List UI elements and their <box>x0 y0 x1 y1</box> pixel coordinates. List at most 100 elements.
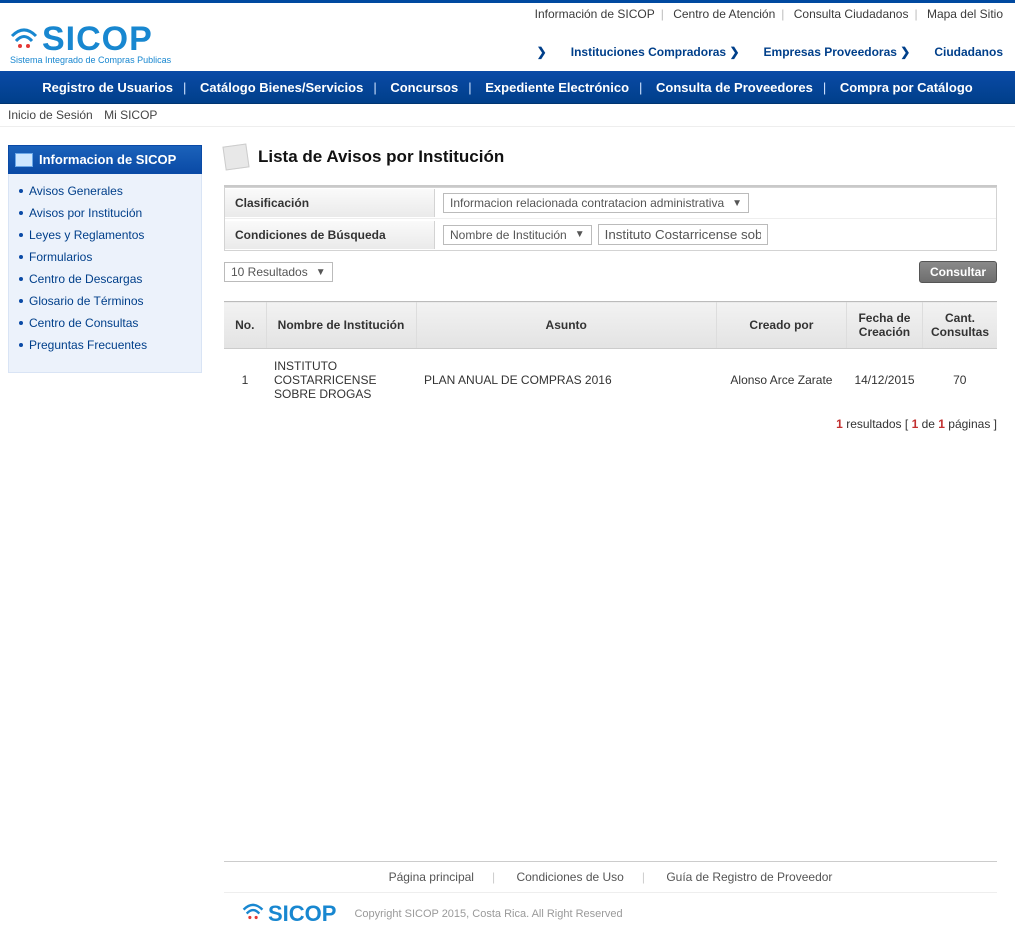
bullet-icon <box>19 211 23 215</box>
breadcrumb-inicio[interactable]: Inicio de Sesión <box>8 108 93 122</box>
sidebar-item-consultas[interactable]: Centro de Consultas <box>19 312 191 334</box>
pager-count: 1 <box>836 417 843 431</box>
top-link-mapa[interactable]: Mapa del Sitio <box>927 7 1003 21</box>
bullet-icon <box>19 233 23 237</box>
nav-proveedores[interactable]: Consulta de Proveedores <box>646 80 823 95</box>
sidebar-item-label: Glosario de Términos <box>29 294 144 308</box>
wifi-icon <box>10 23 38 55</box>
results-table: No. Nombre de Institución Asunto Creado … <box>224 301 997 411</box>
sidebar: Informacion de SICOP Avisos Generales Av… <box>8 145 202 373</box>
footer-link-principal[interactable]: Página principal <box>389 870 474 884</box>
nav-compra[interactable]: Compra por Catálogo <box>830 80 983 95</box>
cell-asunto-link[interactable]: PLAN ANUAL DE COMPRAS 2016 <box>416 349 716 412</box>
pager-text1: resultados [ <box>843 417 912 431</box>
top-link-atencion[interactable]: Centro de Atención <box>673 7 775 21</box>
footer-logo[interactable]: SICOP <box>242 901 336 927</box>
col-cant: Cant. Consultas <box>923 302 998 349</box>
bullet-icon <box>19 277 23 281</box>
card-icon <box>15 153 33 167</box>
busqueda-input[interactable] <box>598 224 768 245</box>
pager: 1 resultados [ 1 de 1 páginas ] <box>224 417 997 431</box>
action-row: 10 Resultados ▼ Consultar <box>224 261 997 283</box>
note-icon <box>222 143 249 170</box>
footer-links: Página principal| Condiciones de Uso| Gu… <box>224 862 997 892</box>
page-title: Lista de Avisos por Institución <box>258 147 504 167</box>
bullet-icon <box>19 343 23 347</box>
chevron-down-icon: ▼ <box>732 198 742 209</box>
nav-registro[interactable]: Registro de Usuarios <box>32 80 183 95</box>
bullet-icon <box>19 321 23 325</box>
pager-tot[interactable]: 1 <box>938 417 945 431</box>
col-fecha: Fecha de Creación <box>846 302 922 349</box>
footer-bar: SICOP Copyright SICOP 2015, Costa Rica. … <box>224 892 997 935</box>
sidebar-item-formularios[interactable]: Formularios <box>19 246 191 268</box>
main-nav: Registro de Usuarios| Catálogo Bienes/Se… <box>0 71 1015 104</box>
page-title-row: Lista de Avisos por Institución <box>224 145 997 169</box>
breadcrumb: Inicio de Sesión Mi SICOP <box>0 104 1015 127</box>
filter-box: Clasificación Informacion relacionada co… <box>224 187 997 251</box>
role-link-instituciones[interactable]: Instituciones Compradoras <box>571 45 726 59</box>
clasificacion-select[interactable]: Informacion relacionada contratacion adm… <box>443 193 749 213</box>
clasificacion-value: Informacion relacionada contratacion adm… <box>450 196 724 210</box>
breadcrumb-misicop[interactable]: Mi SICOP <box>104 108 157 122</box>
consultar-button[interactable]: Consultar <box>919 261 997 283</box>
sidebar-item-preguntas[interactable]: Preguntas Frecuentes <box>19 334 191 356</box>
table-row: 1 INSTITUTO COSTARRICENSE SOBRE DROGAS P… <box>224 349 997 412</box>
pager-tail: páginas ] <box>945 417 997 431</box>
sidebar-item-descargas[interactable]: Centro de Descargas <box>19 268 191 290</box>
col-asunto: Asunto <box>416 302 716 349</box>
top-link-info[interactable]: Información de SICOP <box>535 7 655 21</box>
role-link-empresas[interactable]: Empresas Proveedoras <box>764 45 897 59</box>
cell-no: 1 <box>224 349 266 412</box>
sidebar-item-label: Avisos por Institución <box>29 206 142 220</box>
sidebar-item-avisos-generales[interactable]: Avisos Generales <box>19 180 191 202</box>
bullet-icon <box>19 299 23 303</box>
bullet-icon <box>19 255 23 259</box>
sidebar-item-label: Leyes y Reglamentos <box>29 228 144 242</box>
header: SICOP Sistema Integrado de Compras Publi… <box>0 23 1015 71</box>
logo-tagline: Sistema Integrado de Compras Publicas <box>10 55 171 65</box>
col-inst: Nombre de Institución <box>266 302 416 349</box>
nav-concursos[interactable]: Concursos <box>380 80 468 95</box>
chevron-right-icon: ❯ <box>537 45 547 59</box>
role-links: ❯Instituciones Compradoras ❯Empresas Pro… <box>171 45 1003 65</box>
nav-catalogo[interactable]: Catálogo Bienes/Servicios <box>190 80 373 95</box>
sidebar-header: Informacion de SICOP <box>8 145 202 174</box>
page-size-select[interactable]: 10 Resultados ▼ <box>224 262 333 282</box>
sidebar-item-label: Centro de Consultas <box>29 316 138 330</box>
chevron-right-icon: ❯ <box>729 45 739 59</box>
chevron-right-icon: ❯ <box>900 45 910 59</box>
sidebar-item-label: Centro de Descargas <box>29 272 142 286</box>
filter-label-condiciones: Condiciones de Búsqueda <box>225 221 435 249</box>
cell-inst: INSTITUTO COSTARRICENSE SOBRE DROGAS <box>266 349 416 412</box>
sidebar-item-glosario[interactable]: Glosario de Términos <box>19 290 191 312</box>
sidebar-item-label: Avisos Generales <box>29 184 123 198</box>
nav-expediente[interactable]: Expediente Electrónico <box>475 80 639 95</box>
sidebar-item-label: Formularios <box>29 250 92 264</box>
cell-fecha: 14/12/2015 <box>846 349 922 412</box>
cell-creador: Alonso Arce Zarate <box>716 349 846 412</box>
content: Lista de Avisos por Institución Clasific… <box>202 145 1015 947</box>
sidebar-item-label: Preguntas Frecuentes <box>29 338 147 352</box>
bullet-icon <box>19 189 23 193</box>
wifi-icon <box>242 901 264 927</box>
footer-link-condiciones[interactable]: Condiciones de Uso <box>516 870 623 884</box>
logo[interactable]: SICOP Sistema Integrado de Compras Publi… <box>10 23 171 65</box>
top-link-consulta[interactable]: Consulta Ciudadanos <box>794 7 909 21</box>
col-creado: Creado por <box>716 302 846 349</box>
busqueda-select[interactable]: Nombre de Institución ▼ <box>443 225 592 245</box>
sidebar-title: Informacion de SICOP <box>39 152 176 167</box>
logo-text: SICOP <box>42 23 153 55</box>
role-link-ciudadanos[interactable]: Ciudadanos <box>934 45 1003 59</box>
copyright: Copyright SICOP 2015, Costa Rica. All Ri… <box>354 908 622 920</box>
col-no: No. <box>224 302 266 349</box>
footer-link-guia[interactable]: Guía de Registro de Proveedor <box>666 870 832 884</box>
footer-logo-text: SICOP <box>268 901 336 927</box>
sidebar-item-avisos-institucion[interactable]: Avisos por Institución <box>19 202 191 224</box>
filter-label-clasificacion: Clasificación <box>225 189 435 217</box>
cell-cant: 70 <box>923 349 998 412</box>
busqueda-select-value: Nombre de Institución <box>450 228 567 242</box>
page-size-value: 10 Resultados <box>231 265 308 279</box>
pager-mid: de <box>918 417 938 431</box>
sidebar-item-leyes[interactable]: Leyes y Reglamentos <box>19 224 191 246</box>
